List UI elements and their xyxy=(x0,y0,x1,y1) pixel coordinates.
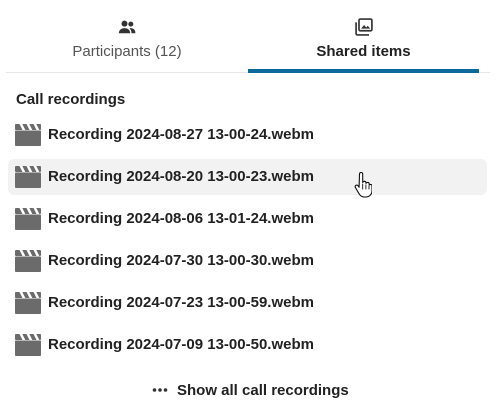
tab-participants[interactable]: Participants (12) xyxy=(6,0,248,72)
recording-name: Recording 2024-07-30 13-00-30.webm xyxy=(48,252,314,269)
recording-item[interactable]: Recording 2024-07-23 13-00-59.webm xyxy=(8,285,487,321)
recording-item[interactable]: Recording 2024-08-06 13-01-24.webm xyxy=(8,201,487,237)
tab-participants-label: Participants (12) xyxy=(72,43,182,60)
show-all-label: Show all call recordings xyxy=(177,382,349,399)
recording-name: Recording 2024-08-06 13-01-24.webm xyxy=(48,210,314,227)
active-tab-indicator xyxy=(248,69,479,73)
video-file-icon xyxy=(15,166,41,188)
recording-name: Recording 2024-07-09 13-00-50.webm xyxy=(48,336,314,353)
video-file-icon xyxy=(15,208,41,230)
dots-horizontal-icon xyxy=(152,388,168,392)
tab-shared-items-label: Shared items xyxy=(316,43,411,60)
images-icon xyxy=(354,18,373,36)
recording-item[interactable]: Recording 2024-08-27 13-00-24.webm xyxy=(8,117,487,153)
tab-shared-items[interactable]: Shared items xyxy=(248,0,479,73)
people-icon xyxy=(118,20,136,34)
recording-item[interactable]: Recording 2024-07-09 13-00-50.webm xyxy=(8,327,487,363)
recording-name: Recording 2024-07-23 13-00-59.webm xyxy=(48,294,314,311)
video-file-icon xyxy=(15,292,41,314)
video-file-icon xyxy=(15,124,41,146)
show-all-recordings-button[interactable]: Show all call recordings xyxy=(148,376,358,406)
video-file-icon xyxy=(15,334,41,356)
section-title: Call recordings xyxy=(16,91,126,108)
hand-pointer-cursor-icon xyxy=(354,172,372,198)
recording-item[interactable]: Recording 2024-08-20 13-00-23.webm xyxy=(8,159,487,195)
tab-bar: Participants (12) Shared items xyxy=(6,0,490,73)
video-file-icon xyxy=(15,250,41,272)
recording-item[interactable]: Recording 2024-07-30 13-00-30.webm xyxy=(8,243,487,279)
recording-name: Recording 2024-08-27 13-00-24.webm xyxy=(48,126,314,143)
recording-list: Recording 2024-08-27 13-00-24.webm Recor… xyxy=(8,117,487,369)
recording-name: Recording 2024-08-20 13-00-23.webm xyxy=(48,168,314,185)
